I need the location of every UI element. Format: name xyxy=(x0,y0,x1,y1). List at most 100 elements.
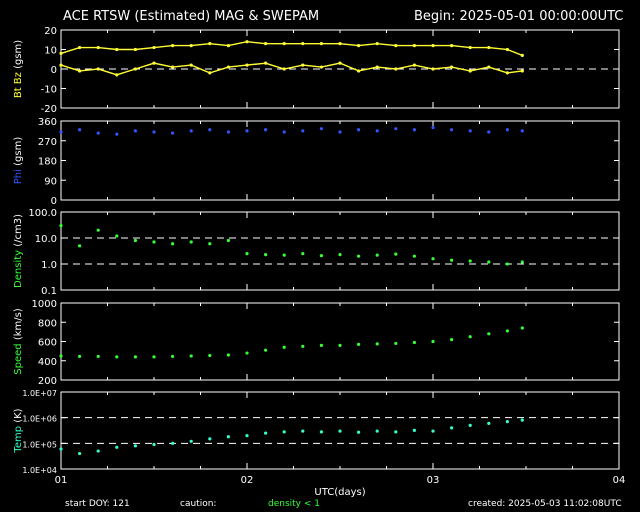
data-point-bz xyxy=(319,65,323,69)
data-point-density xyxy=(115,234,119,238)
data-point-temp xyxy=(59,447,63,451)
data-point-bz xyxy=(226,65,230,69)
data-point-speed xyxy=(152,355,156,359)
data-point-speed xyxy=(450,337,454,342)
data-point-bz xyxy=(189,63,193,67)
data-point-phi xyxy=(468,129,472,133)
panel-frame xyxy=(60,211,620,291)
data-point-phi xyxy=(301,129,305,133)
data-point-density xyxy=(431,257,435,261)
data-point-temp xyxy=(133,444,137,448)
data-point-speed xyxy=(264,348,268,352)
data-point-phi xyxy=(520,129,524,133)
data-point-bz xyxy=(115,73,119,77)
data-point-bz xyxy=(338,61,342,65)
data-point-bz xyxy=(133,67,137,71)
data-point-speed xyxy=(96,354,100,359)
temp-panel: 1.0E+07 1.0E+06 1.0E+05 1.0E+04 Temp (K) 01 02… xyxy=(13,389,625,498)
y-tick-label: 100.0 xyxy=(28,208,57,219)
x-tick-label: 01 xyxy=(55,475,68,486)
chart-panels-svg: 20 10 0 -10 -20 Bt Bz (gsm) 360 270 180 90 0 Phi (g… xyxy=(13,26,625,498)
data-point-bz xyxy=(357,69,361,73)
data-point-bt xyxy=(319,42,323,46)
data-point-bz xyxy=(394,67,398,71)
y-tick-label: 0 xyxy=(51,196,57,207)
y-tick-label: 270 xyxy=(38,137,57,148)
x-axis-label: UTC(days) xyxy=(314,487,365,498)
data-point-temp xyxy=(115,445,119,449)
data-point-phi xyxy=(152,130,156,134)
data-point-temp xyxy=(431,429,435,433)
data-point-phi xyxy=(338,130,342,134)
data-point-phi xyxy=(78,128,82,132)
data-point-temp xyxy=(505,420,509,424)
data-point-density xyxy=(468,259,472,263)
data-point-bt xyxy=(264,42,268,46)
data-point-density xyxy=(520,260,524,264)
y-tick-label: 1.0E+07 xyxy=(22,389,57,398)
data-point-density xyxy=(78,244,82,248)
y-tick-label: 1.0E+06 xyxy=(22,415,57,424)
data-point-bt xyxy=(245,40,249,44)
data-point-phi xyxy=(450,128,454,132)
y-tick-label: 0.1 xyxy=(41,286,57,297)
data-point-speed xyxy=(59,354,63,358)
data-point-bz xyxy=(282,67,286,71)
data-point-temp xyxy=(264,431,268,435)
data-point-bz xyxy=(375,65,379,69)
y-tick-label: 10.0 xyxy=(35,234,57,245)
data-point-density xyxy=(357,254,361,258)
data-point-density xyxy=(96,228,100,232)
data-point-density xyxy=(319,254,323,258)
data-point-density xyxy=(189,240,193,244)
data-point-speed xyxy=(171,354,175,359)
data-point-bt xyxy=(394,44,398,48)
data-point-bt xyxy=(301,42,305,46)
data-point-bt xyxy=(96,45,100,50)
data-point-temp xyxy=(152,442,156,447)
data-point-bt xyxy=(375,42,379,46)
data-point-bt xyxy=(412,44,416,48)
data-point-temp xyxy=(208,437,212,441)
data-point-bt xyxy=(59,51,63,56)
data-point-temp xyxy=(78,451,82,456)
data-point-bz xyxy=(450,65,454,69)
data-point-density xyxy=(133,238,137,243)
speed-panel: 1000 800 600 400 200 Speed (km/s) xyxy=(13,299,620,387)
series-line-bt xyxy=(60,40,523,57)
y-tick-label: 10 xyxy=(44,46,57,57)
data-point-speed xyxy=(520,326,524,330)
data-point-bt xyxy=(189,44,193,48)
data-point-temp xyxy=(394,430,398,434)
data-point-speed xyxy=(208,353,212,358)
data-point-temp xyxy=(189,439,193,443)
data-point-temp xyxy=(171,441,175,445)
y-tick-label: 200 xyxy=(38,376,57,387)
data-point-temp xyxy=(338,429,342,433)
data-point-temp xyxy=(357,430,361,434)
data-point-bt xyxy=(357,44,361,48)
data-point-bz xyxy=(301,63,305,67)
data-point-phi xyxy=(96,131,100,135)
data-point-density xyxy=(505,262,509,266)
y-axis-label: Speed (km/s) xyxy=(13,308,24,375)
data-point-bz xyxy=(208,71,212,75)
data-point-density xyxy=(375,253,379,257)
y-tick-label: 1.0E+04 xyxy=(22,466,57,475)
data-point-temp xyxy=(450,426,454,430)
data-point-speed xyxy=(394,341,398,346)
data-point-phi xyxy=(431,125,435,130)
x-tick-label: 03 xyxy=(427,475,440,486)
data-point-density xyxy=(450,258,454,262)
data-point-speed xyxy=(319,343,323,347)
data-point-bt xyxy=(450,44,454,48)
data-point-density xyxy=(412,254,416,258)
data-point-density xyxy=(282,253,286,257)
data-point-phi xyxy=(171,131,175,135)
data-point-phi xyxy=(59,130,63,134)
y-axis-label: Bt Bz (gsm) xyxy=(13,40,24,98)
y-tick-label: 1.0E+05 xyxy=(22,440,57,449)
data-point-speed xyxy=(505,329,509,333)
data-point-bz xyxy=(78,69,82,73)
data-point-bt xyxy=(78,45,82,50)
